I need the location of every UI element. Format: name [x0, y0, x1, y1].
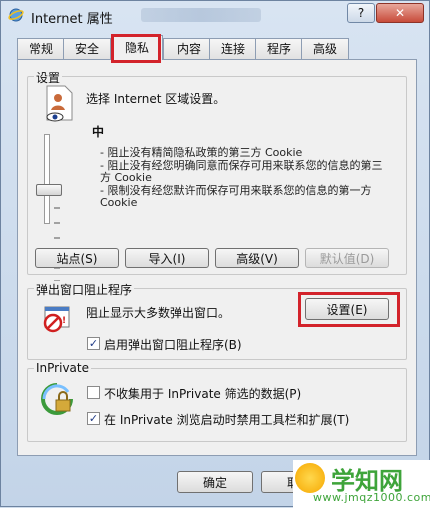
- inprivate-icon: [41, 383, 73, 415]
- advanced-button[interactable]: 高级(V): [215, 248, 299, 268]
- description-line-3: - 限制没有经您默许而保存可用来联系您的信息的第一方 Cookie: [100, 184, 372, 209]
- enable-popup-blocker-label: 启用弹出窗口阻止程序(B): [104, 338, 242, 352]
- privacy-level: 中: [92, 125, 105, 139]
- tab-security[interactable]: 安全: [63, 38, 111, 59]
- ie-globe-icon: [8, 8, 24, 22]
- privacy-slider-track[interactable]: [44, 134, 50, 224]
- privacy-tab-panel: 设置 选择 Internet 区域设置。 中 - 阻止没有精简隐私政策的第三方 …: [17, 59, 417, 456]
- ok-button[interactable]: 确定: [177, 471, 253, 493]
- svg-text:!: !: [62, 316, 66, 326]
- close-button[interactable]: ✕: [376, 3, 424, 23]
- popup-blocker-icon: !: [43, 306, 70, 333]
- tab-programs[interactable]: 程序: [255, 38, 303, 59]
- no-collect-inprivate-label: 不收集用于 InPrivate 筛选的数据(P): [104, 387, 302, 401]
- window-title: Internet 属性: [31, 12, 113, 27]
- settings-button-highlight: [298, 292, 400, 327]
- privacy-tab-highlight: [111, 34, 161, 63]
- title-bar[interactable]: Internet 属性 ? ✕: [1, 1, 429, 29]
- inprivate-group: InPrivate: [27, 361, 407, 442]
- no-collect-inprivate-checkbox[interactable]: [87, 386, 100, 399]
- watermark-logo-icon: [295, 463, 325, 493]
- tab-connections[interactable]: 连接: [209, 38, 257, 59]
- default-button: 默认值(D): [305, 248, 389, 268]
- disable-toolbars-label: 在 InPrivate 浏览启动时禁用工具栏和扩展(T): [104, 413, 350, 427]
- privacy-document-icon: [46, 85, 73, 122]
- tab-content[interactable]: 内容: [163, 38, 215, 59]
- description-line-1: - 阻止没有精简隐私政策的第三方 Cookie: [100, 146, 303, 159]
- description-line-2: - 阻止没有经您明确同意而保存可用来联系您的信息的第三方 Cookie: [100, 159, 383, 184]
- watermark-url: www.jmqz1000.com: [313, 491, 430, 504]
- import-button[interactable]: 导入(I): [125, 248, 209, 268]
- tab-general[interactable]: 常规: [17, 38, 65, 59]
- internet-properties-window: Internet 属性 ? ✕ 设置 选择 Internet 区域设置。 中 -…: [0, 0, 430, 508]
- sites-button[interactable]: 站点(S): [35, 248, 119, 268]
- inprivate-group-title: InPrivate: [34, 361, 91, 375]
- privacy-description: - 阻止没有精简隐私政策的第三方 Cookie - 阻止没有经您明确同意而保存可…: [100, 147, 390, 210]
- popup-blocker-text: 阻止显示大多数弹出窗口。: [86, 306, 231, 320]
- blurred-title-area: [141, 8, 261, 22]
- zone-text: 选择 Internet 区域设置。: [86, 92, 226, 106]
- privacy-slider-thumb[interactable]: [36, 184, 62, 196]
- popup-blocker-group-title: 弹出窗口阻止程序: [34, 281, 135, 298]
- enable-popup-blocker-checkbox[interactable]: ✓: [87, 337, 100, 350]
- disable-toolbars-checkbox[interactable]: ✓: [87, 412, 100, 425]
- help-button[interactable]: ?: [347, 3, 375, 23]
- tab-advanced[interactable]: 高级: [301, 38, 349, 59]
